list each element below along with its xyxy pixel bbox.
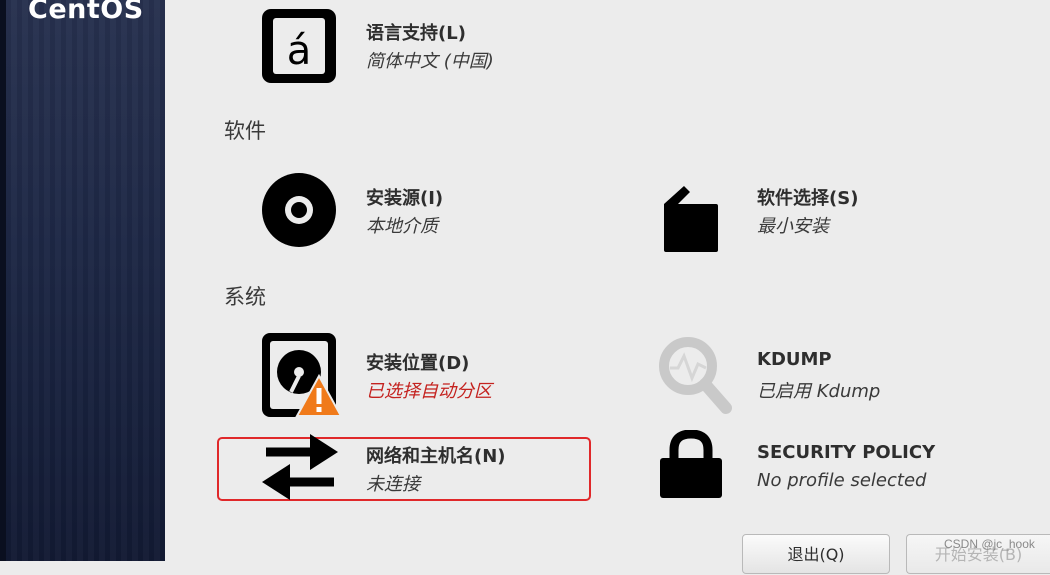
csdn-watermark: CSDN @jc_hook (944, 537, 1035, 551)
spoke-install-source-title: 安装源(I) (366, 188, 444, 209)
spoke-software-selection-title: 软件选择(S) (757, 188, 859, 209)
language-icon: á (262, 9, 336, 83)
centos-logo: CentOS (28, 0, 144, 25)
spoke-language-title: 语言支持(L) (366, 23, 466, 44)
svg-text:á: á (287, 28, 312, 74)
spoke-install-destination-status: 已选择自动分区 (366, 381, 492, 402)
spoke-network-title: 网络和主机名(N) (366, 446, 506, 467)
disk-warning-icon (262, 333, 343, 417)
spoke-software-selection-status: 最小安装 (757, 216, 829, 237)
spoke-kdump-title: KDUMP (757, 349, 832, 370)
quit-button[interactable]: 退出(Q) (742, 534, 890, 574)
section-software: 软件 (224, 119, 266, 143)
spoke-security-policy-status: No profile selected (757, 470, 927, 491)
spoke-security-policy-title: SECURITY POLICY (757, 442, 936, 463)
spoke-kdump-status: 已启用 Kdump (757, 381, 881, 402)
spoke-install-source-status: 本地介质 (366, 216, 438, 237)
spoke-language-status: 简体中文 (中国) (366, 51, 494, 72)
disc-icon (262, 173, 336, 247)
sidebar: CentOS (0, 0, 165, 561)
package-icon (664, 186, 718, 252)
network-arrows-icon (262, 434, 338, 500)
magnifier-icon (659, 337, 732, 414)
section-system: 系统 (224, 285, 266, 309)
spoke-network-status: 未连接 (366, 474, 420, 495)
lock-icon (660, 430, 722, 498)
spoke-install-destination-title: 安装位置(D) (366, 353, 470, 374)
sidebar-edge (0, 0, 6, 561)
